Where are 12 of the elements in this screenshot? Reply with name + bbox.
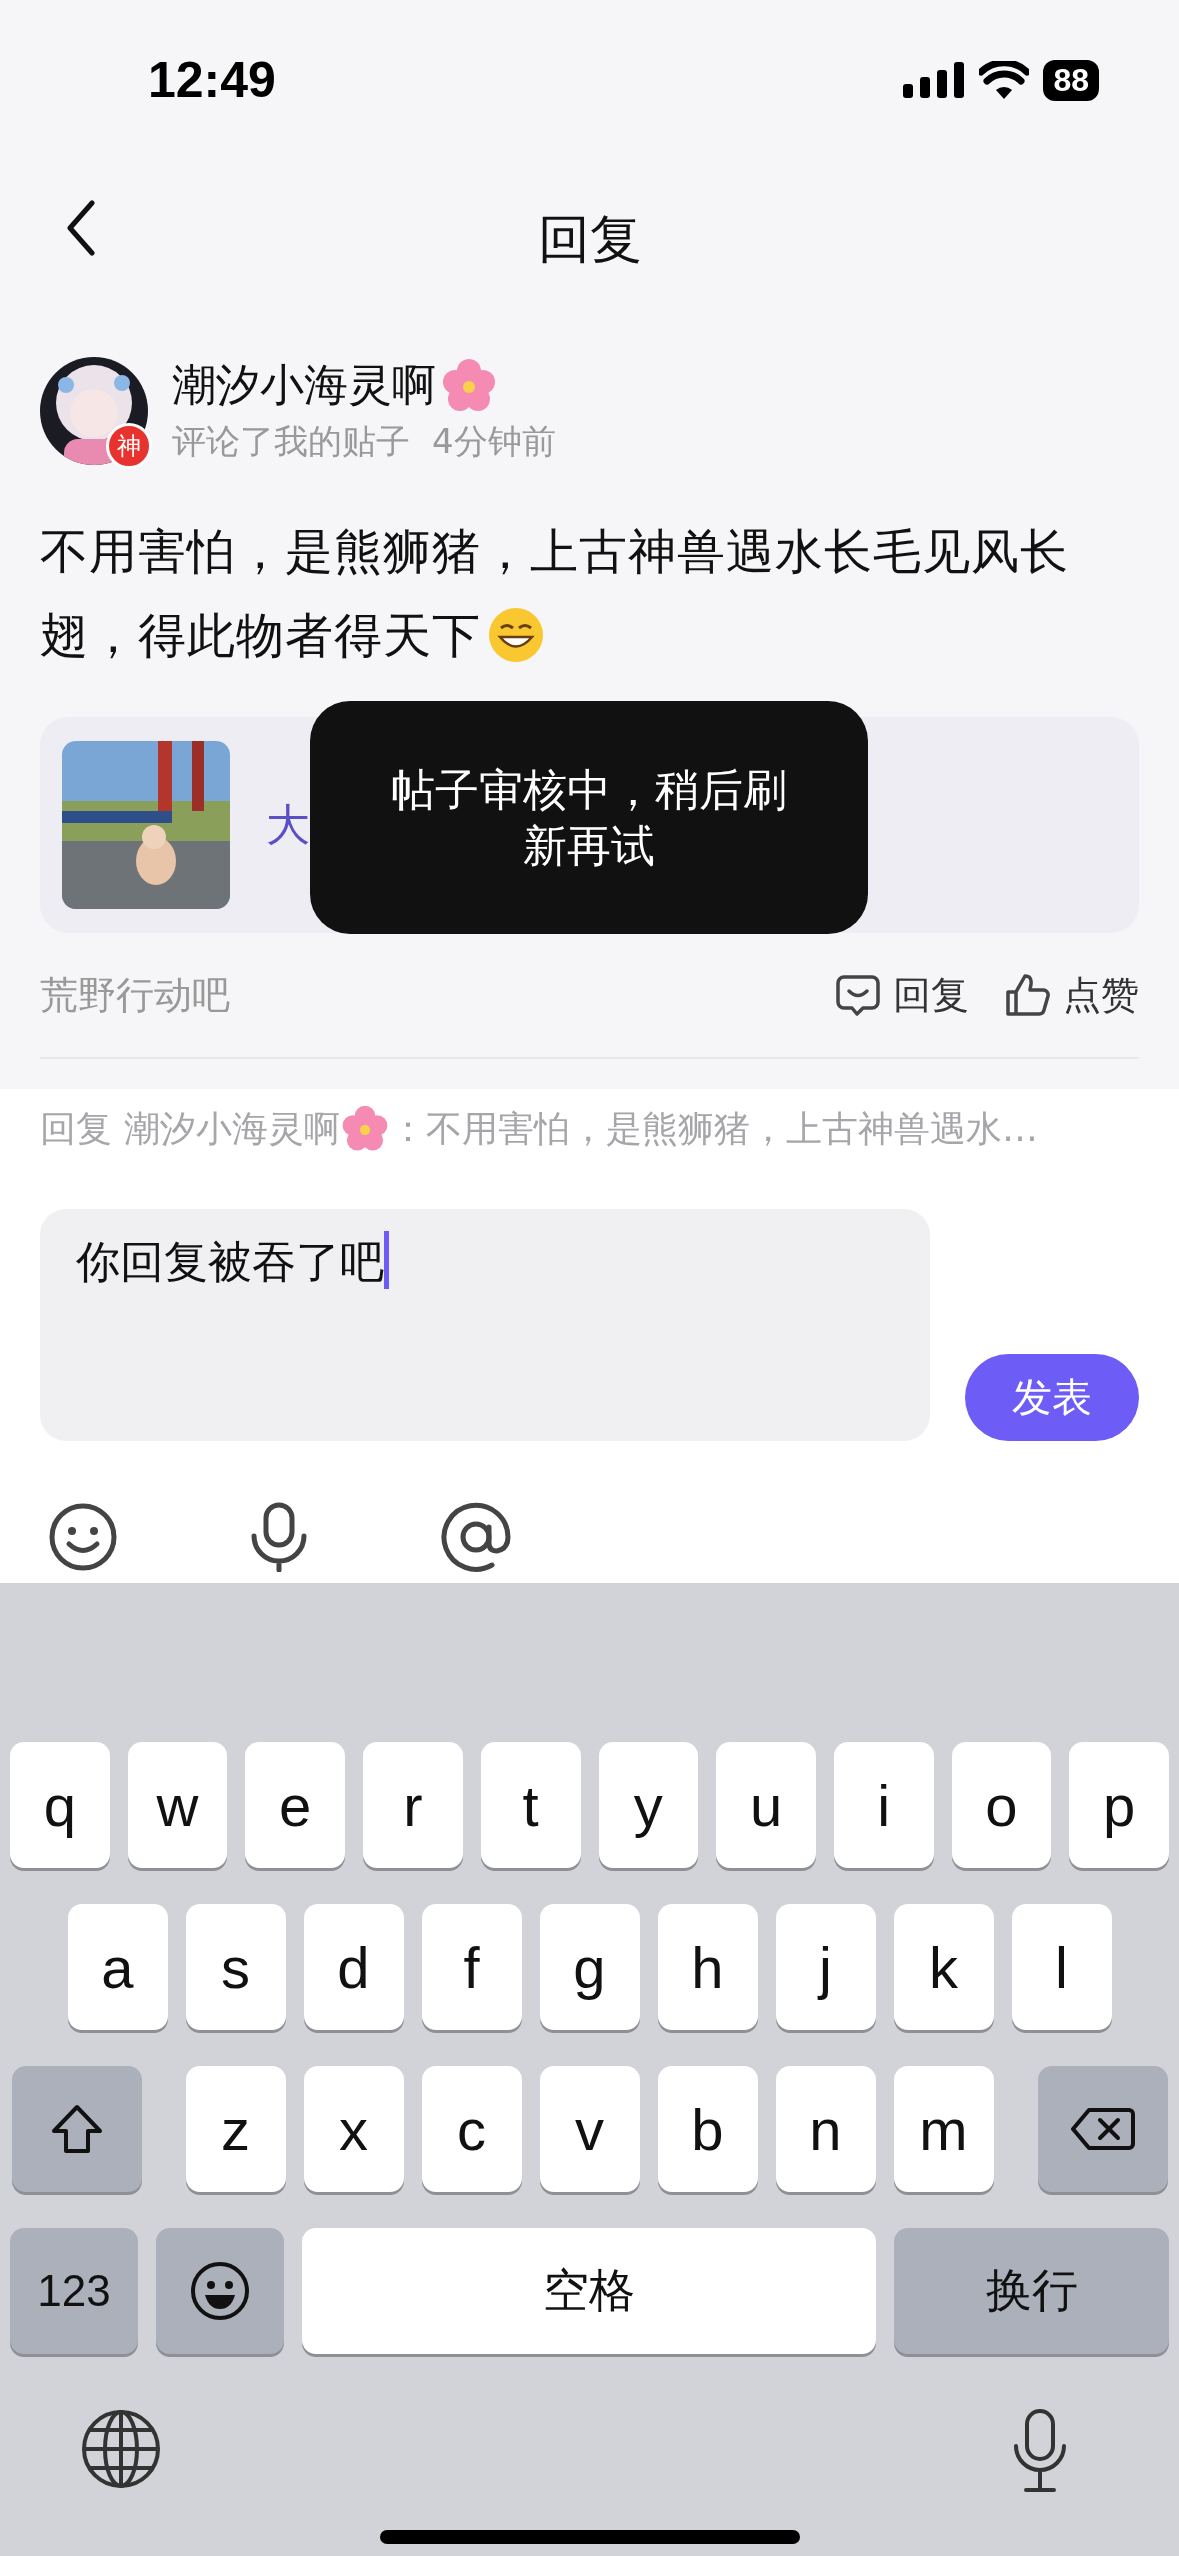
comment-time: 4分钟前 (432, 420, 556, 463)
comment-meta: 评论了我的贴子 (172, 420, 410, 463)
page-title: 回复 (537, 208, 642, 271)
status-time: 12:49 (148, 51, 276, 109)
review-toast: 帖子审核中，稍后刷新再试 (310, 701, 868, 934)
reply-quote: ：不用害怕，是熊狮猪，上古神兽遇水… (390, 1106, 1038, 1151)
comment-text-line: 不用害怕，是熊狮猪，上古神兽遇水长毛见风长 (40, 522, 1069, 581)
comment-text-line: 翅，得此物者得天下 (40, 606, 481, 665)
battery-level: 88 (1043, 59, 1099, 101)
post-title: 大 (266, 797, 310, 852)
reply-author: 潮汐小海灵啊 (124, 1106, 340, 1151)
reply-prefix: 回复 (40, 1106, 112, 1151)
